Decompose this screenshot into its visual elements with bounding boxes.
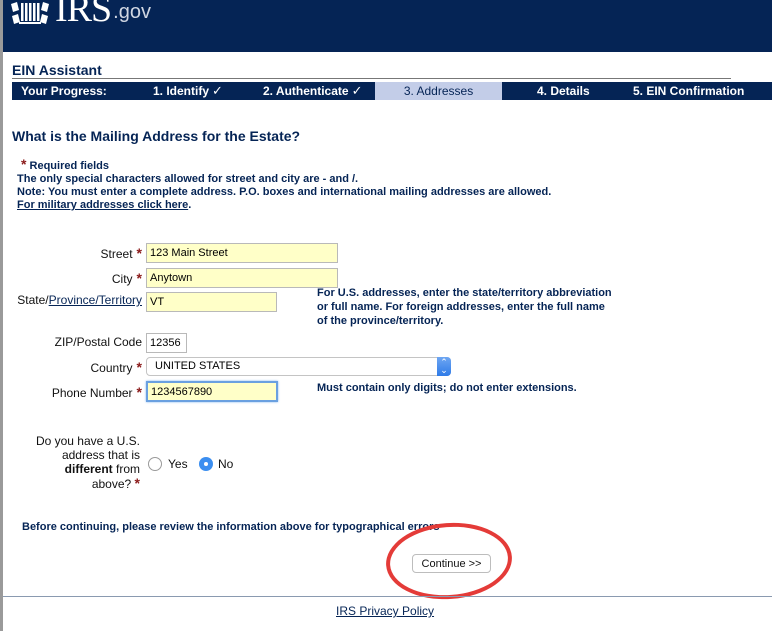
radio-yes-label[interactable]: Yes [168, 457, 188, 471]
country-selected-value: UNITED STATES [155, 360, 241, 372]
window-edge [0, 0, 3, 631]
radio-no-label[interactable]: No [218, 457, 233, 471]
country-select[interactable]: UNITED STATES ⌃ ⌄ [146, 357, 451, 376]
radio-yes[interactable] [148, 457, 162, 471]
checkmark-icon: ✓ [212, 83, 223, 98]
street-label-text: Street [100, 247, 133, 261]
state-help-text: For U.S. addresses, enter the state/terr… [317, 286, 612, 328]
street-label: Street * [101, 245, 142, 261]
irs-logo[interactable]: IRS .gov [9, 0, 151, 28]
review-notice: Before continuing, please review the inf… [22, 521, 440, 533]
country-label: Country * [91, 359, 142, 375]
required-fields-label: Required fields [29, 160, 109, 172]
street-input[interactable] [146, 243, 338, 263]
question-emphasis: different [64, 462, 113, 476]
progress-label: Your Progress: [21, 84, 107, 98]
zip-label: ZIP/Postal Code [54, 335, 142, 349]
phone-help-text: Must contain only digits; do not enter e… [317, 382, 577, 394]
city-input[interactable] [146, 268, 338, 288]
app-title: EIN Assistant [12, 62, 102, 78]
special-chars-note: The only special characters allowed for … [17, 173, 359, 185]
select-chevron-icon: ⌃ ⌄ [437, 357, 451, 376]
phone-label-text: Phone Number [51, 386, 133, 400]
country-label-text: Country [90, 361, 133, 375]
different-address-question: Do you have a U.S. address that is diffe… [18, 434, 140, 491]
title-divider [12, 78, 731, 79]
state-label: State/Province/Territory [17, 293, 142, 307]
checkmark-icon: ✓ [351, 83, 363, 98]
page-title: What is the Mailing Address for the Esta… [12, 128, 301, 144]
progress-bar: Your Progress: 1. Identify ✓ 2. Authentic… [12, 82, 772, 100]
state-help-line: of the province/territory. [317, 315, 444, 327]
footer-divider [3, 596, 772, 597]
state-help-line: For U.S. addresses, enter the state/terr… [317, 287, 612, 299]
military-period: . [188, 199, 192, 211]
question-line: different from [18, 462, 140, 476]
city-label-text: City [111, 272, 133, 286]
military-note: For military addresses click here. [17, 199, 191, 211]
province-territory-link[interactable]: Province/Territory [49, 293, 142, 307]
question-line: Do you have a U.S. [35, 434, 140, 448]
required-star-icon: * [136, 245, 142, 261]
progress-step-authenticate: 2. Authenticate ✓ [263, 82, 362, 100]
privacy-policy-link[interactable]: IRS Privacy Policy [336, 604, 434, 618]
state-label-prefix: State/ [17, 293, 49, 307]
progress-step-ein-confirmation: 5. EIN Confirmation [633, 84, 745, 98]
question-text: above? [91, 477, 132, 491]
logo-gov-text: .gov [113, 1, 151, 23]
required-star-icon: * [136, 270, 142, 286]
state-input[interactable] [146, 292, 277, 312]
phone-label: Phone Number * [52, 384, 142, 400]
question-line: above? * [18, 476, 140, 491]
progress-step-identify: 1. Identify ✓ [153, 82, 223, 100]
required-star-icon: * [136, 384, 142, 400]
military-addresses-link[interactable]: For military addresses click here [17, 199, 188, 211]
required-fields-legend: * Required fields [21, 156, 109, 172]
radio-no[interactable] [199, 457, 213, 471]
required-star-icon: * [134, 475, 140, 491]
required-star-icon: * [21, 156, 27, 172]
question-line: address that is [61, 448, 140, 462]
city-label: City * [112, 270, 142, 286]
required-star-icon: * [136, 359, 142, 375]
progress-step-details: 4. Details [537, 84, 590, 98]
step-label: 1. Identify [153, 84, 210, 98]
eagle-emblem-icon [11, 2, 49, 24]
continue-button[interactable]: Continue >> [412, 554, 491, 573]
question-text: from [112, 462, 140, 476]
phone-input[interactable] [146, 381, 278, 402]
state-help-line: or full name. For foreign addresses, ent… [317, 301, 605, 313]
step-label: 2. Authenticate [263, 84, 349, 98]
zip-input[interactable] [146, 333, 187, 353]
progress-step-addresses: 3. Addresses [375, 82, 502, 100]
logo-irs-text: IRS [55, 0, 112, 30]
site-header: IRS .gov [0, 0, 772, 52]
complete-address-note: Note: You must enter a complete address.… [17, 186, 552, 198]
